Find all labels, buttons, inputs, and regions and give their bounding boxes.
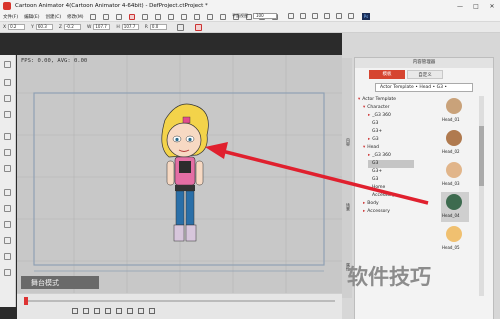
watermark-text: 软件技巧 bbox=[347, 265, 431, 289]
